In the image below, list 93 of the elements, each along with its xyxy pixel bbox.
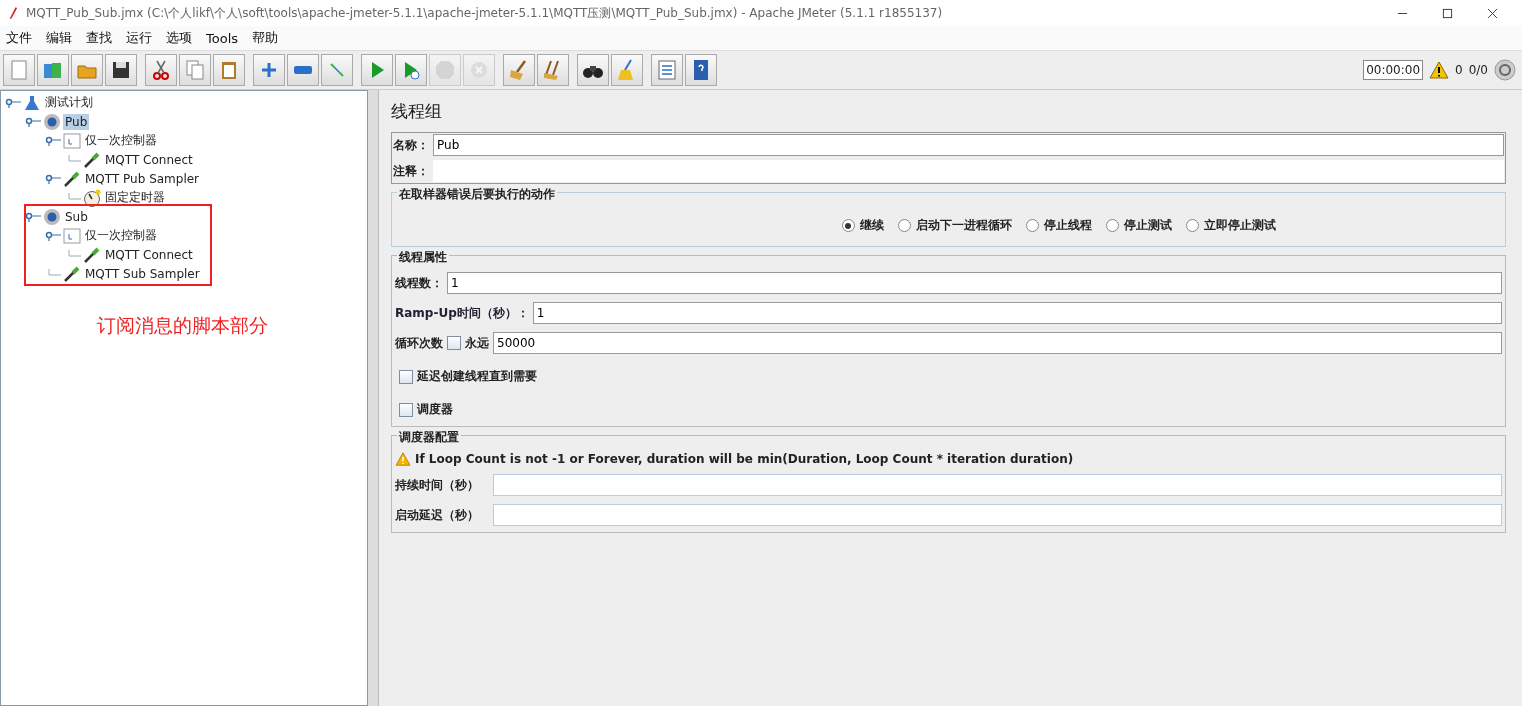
tree-node[interactable]: MQTT Pub Sampler	[83, 170, 202, 187]
warning-icon	[395, 452, 411, 466]
tree-line-icon	[65, 192, 81, 203]
loop-count-field[interactable]: 50000	[493, 332, 1502, 354]
tree-node[interactable]: Sub	[63, 208, 90, 225]
clear-button[interactable]	[503, 54, 535, 86]
checkbox[interactable]	[399, 369, 413, 384]
window-title: MQTT_Pub_Sub.jmx (C:\个人likf\个人\soft\tools\apache-jmeter-5.1.1\apache-jmeter-5.1.1\MQTT压测\MQTT_Pub_Sub.jmx) - Apache JMeter (5.1.1 r1855137)	[26, 4, 944, 22]
group-title: 调度器配置	[397, 429, 461, 446]
copy-icon	[183, 58, 207, 82]
maximize-icon[interactable]	[1442, 7, 1453, 19]
expand-handle-icon[interactable]	[45, 135, 61, 146]
group-title: 线程属性	[397, 249, 449, 266]
field-label: 线程数：	[395, 274, 443, 292]
radio-button[interactable]	[1185, 219, 1199, 232]
menu-item[interactable]: 查找	[86, 29, 112, 47]
expand-handle-icon[interactable]	[45, 230, 61, 241]
close-icon[interactable]	[1487, 7, 1498, 19]
toggle-button[interactable]	[321, 54, 353, 86]
tree-node[interactable]: 仅一次控制器	[83, 131, 159, 150]
radio-button[interactable]	[897, 219, 911, 232]
ramp-up-field[interactable]: 1	[532, 302, 1502, 324]
checkbox-label[interactable]: 永远	[465, 334, 489, 352]
tree-node[interactable]: MQTT Connect	[103, 151, 195, 168]
menu-item[interactable]: 选项	[166, 29, 192, 47]
new-button[interactable]	[3, 54, 35, 86]
save-button[interactable]	[105, 54, 137, 86]
start-no-pause-button[interactable]	[395, 54, 427, 86]
field-label: 启动延迟（秒）	[395, 506, 480, 524]
tree-line-icon	[65, 249, 81, 260]
field-label: 注释：	[393, 162, 429, 180]
thread-count-field[interactable]: 1	[447, 272, 1502, 294]
collapse-button[interactable]	[287, 54, 319, 86]
menu-item[interactable]: 编辑	[46, 29, 72, 47]
elapsed-time: 00:00:00	[1363, 60, 1424, 80]
checkbox[interactable]	[399, 402, 413, 417]
clear-all-button[interactable]	[537, 54, 569, 86]
tree-node[interactable]: Pub	[63, 113, 90, 130]
radio-label[interactable]: 启动下一进程循环	[915, 217, 1012, 234]
list-icon	[655, 58, 679, 82]
expand-handle-icon[interactable]	[45, 173, 61, 184]
warning-icon	[1429, 61, 1450, 79]
checkbox-label[interactable]: 调度器	[417, 401, 453, 418]
startup-delay-field[interactable]	[493, 504, 1502, 526]
tree-node[interactable]: 测试计划	[43, 93, 95, 112]
radio-label[interactable]: 立即停止测试	[1203, 217, 1276, 234]
panel-title: 线程组	[391, 100, 443, 123]
radio-label[interactable]: 继续	[859, 217, 884, 234]
function-helper-button[interactable]	[651, 54, 683, 86]
field-label: Ramp-Up时间（秒）：	[395, 304, 529, 322]
menu-item[interactable]: 运行	[126, 29, 152, 47]
expand-handle-icon[interactable]	[5, 97, 21, 108]
splitter-handle[interactable]	[368, 90, 379, 706]
radio-label[interactable]: 停止测试	[1123, 217, 1172, 234]
search-button[interactable]	[577, 54, 609, 86]
stop-sign-icon	[433, 58, 457, 82]
templates-button[interactable]	[37, 54, 69, 86]
start-button[interactable]	[361, 54, 393, 86]
field-label: 持续时间（秒）	[395, 476, 480, 494]
help-button[interactable]	[685, 54, 717, 86]
menu-item[interactable]: Tools	[206, 30, 239, 46]
copy-button[interactable]	[179, 54, 211, 86]
radio-label[interactable]: 停止线程	[1043, 217, 1092, 234]
expand-handle-icon[interactable]	[25, 116, 41, 127]
tree-node[interactable]: 仅一次控制器	[83, 226, 159, 245]
warning-message: If Loop Count is not -1 or Forever, duration will be min(Duration, Loop Count * iteration duration)	[415, 452, 1074, 466]
tree-line-icon	[45, 268, 61, 279]
radio-button[interactable]	[1105, 219, 1119, 232]
tree-node[interactable]: MQTT Sub Sampler	[83, 265, 202, 282]
comment-field[interactable]	[433, 160, 1504, 182]
tree-node[interactable]: 固定定时器	[103, 188, 167, 207]
radio-button[interactable]	[1025, 219, 1039, 232]
annotation-text: 订阅消息的脚本部分	[97, 313, 268, 338]
checkbox[interactable]	[447, 336, 461, 350]
expand-button[interactable]	[253, 54, 285, 86]
thread-count: 0/0	[1468, 63, 1488, 77]
radio-button[interactable]	[841, 219, 855, 232]
field-label: 名称：	[393, 136, 429, 154]
menu-item[interactable]: 帮助	[252, 29, 279, 47]
field-label: 循环次数	[395, 334, 443, 352]
remote-status-icon	[1494, 59, 1516, 81]
group-title: 在取样器错误后要执行的动作	[397, 186, 557, 203]
tree-line-icon	[65, 154, 81, 165]
name-field[interactable]: Pub	[433, 134, 1504, 156]
menu-item[interactable]: 文件	[6, 29, 32, 47]
paste-button[interactable]	[213, 54, 245, 86]
checkbox-label[interactable]: 延迟创建线程直到需要	[417, 368, 537, 385]
expand-handle-icon[interactable]	[25, 211, 41, 222]
warning-count: 0	[1455, 63, 1463, 77]
tree-node[interactable]: MQTT Connect	[103, 246, 195, 263]
cut-button[interactable]	[145, 54, 177, 86]
feather-icon	[8, 6, 18, 20]
duration-field[interactable]	[493, 474, 1502, 496]
